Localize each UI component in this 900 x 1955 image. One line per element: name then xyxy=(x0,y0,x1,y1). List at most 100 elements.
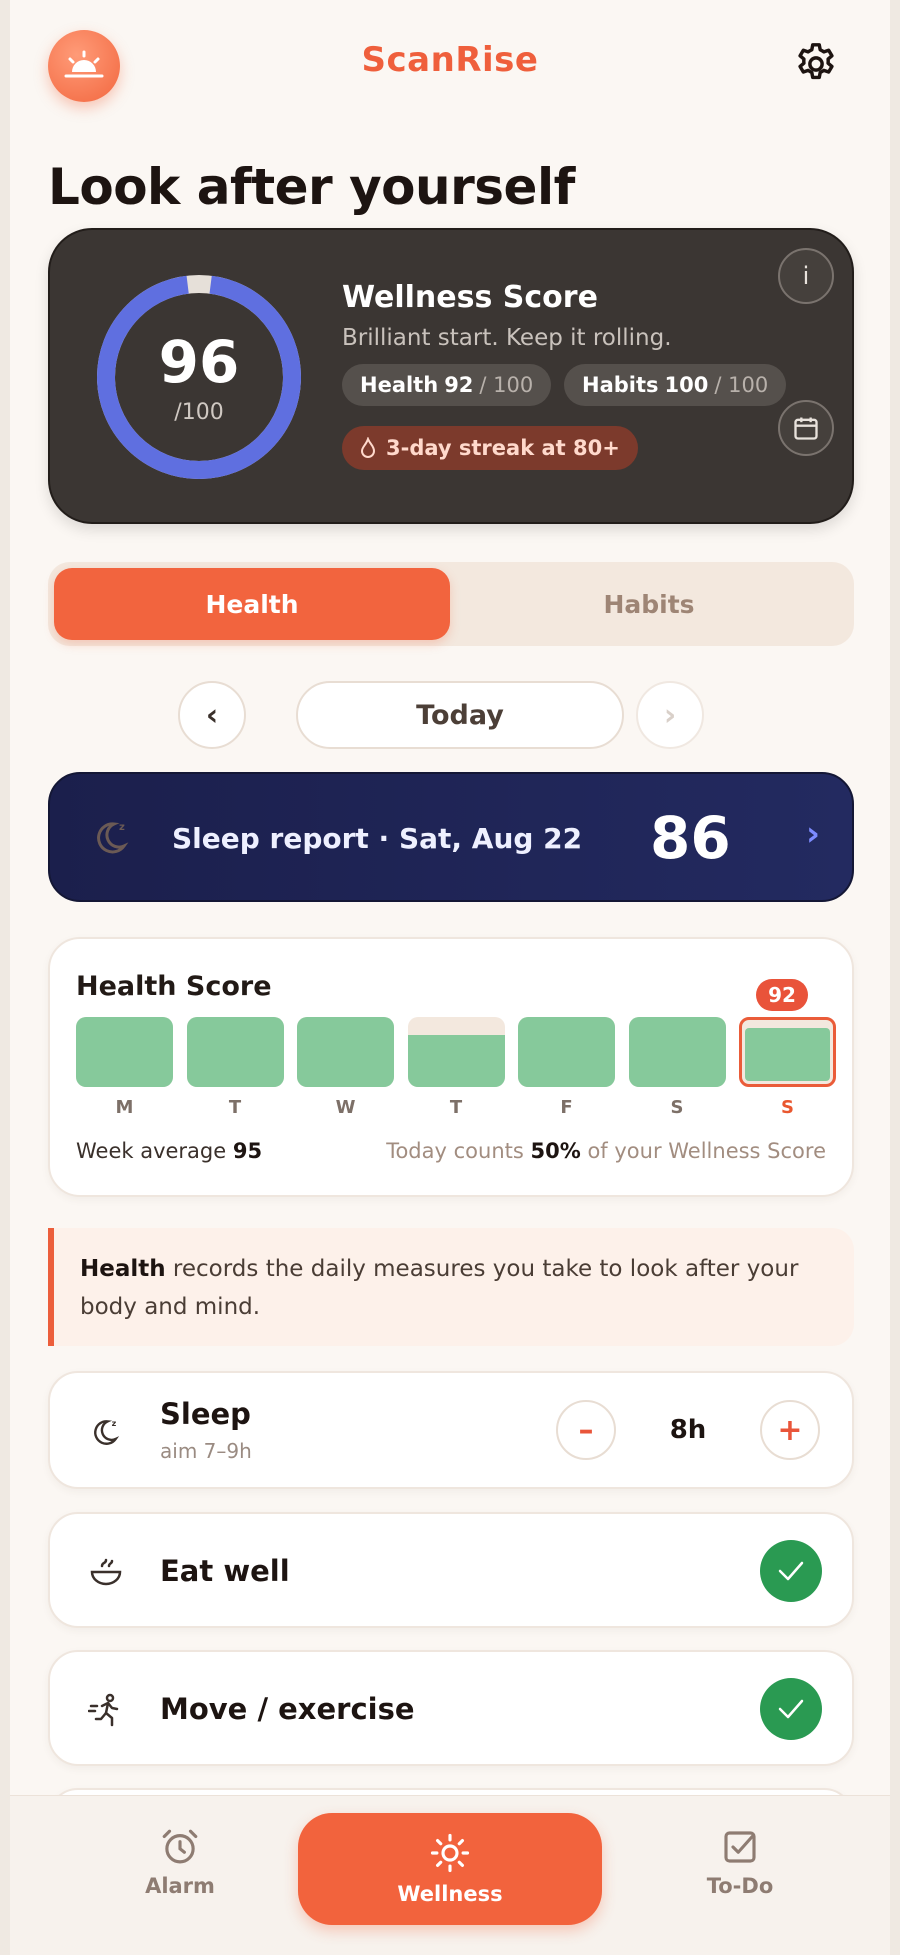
week-average-value: 95 xyxy=(232,1139,263,1163)
today-counts-prefix: Today counts xyxy=(386,1139,524,1163)
app-title: ScanRise xyxy=(361,40,539,80)
health-bar-0[interactable]: M xyxy=(76,1017,173,1127)
nav-wellness-label: Wellness xyxy=(397,1882,503,1906)
nav-todo-label: To-Do xyxy=(706,1874,774,1898)
health-bar-2[interactable]: W xyxy=(297,1017,394,1127)
info-button[interactable]: i xyxy=(778,248,834,304)
svg-text:z: z xyxy=(119,822,125,833)
wellness-score-value: 96 xyxy=(158,328,240,396)
sleep-report-score: 86 xyxy=(650,804,731,872)
wellness-score-title: Wellness Score xyxy=(342,280,598,315)
health-bar-1[interactable]: T xyxy=(186,1017,284,1127)
tab-habits[interactable]: Habits xyxy=(450,568,848,640)
move-title: Move / exercise xyxy=(160,1692,415,1726)
health-bar-3[interactable]: T xyxy=(407,1017,505,1127)
sleep-hours-value: 8h xyxy=(669,1415,707,1445)
nav-todo[interactable]: To-Do xyxy=(640,1826,840,1936)
next-day-button[interactable]: › xyxy=(636,681,704,749)
habit-row-sleep: z Sleep aim 7–9h – 8h + xyxy=(48,1371,854,1489)
health-info-body: records the daily measures you take to l… xyxy=(80,1256,799,1320)
week-average: Week average 95 xyxy=(76,1139,262,1163)
info-icon: i xyxy=(802,262,810,290)
week-average-label: Week average xyxy=(76,1139,227,1163)
health-bar-fill xyxy=(628,1017,726,1087)
health-bar-6[interactable]: S xyxy=(739,1017,836,1127)
moon-icon: z xyxy=(97,822,129,854)
bottom-navigation: Alarm Wellness To-Do xyxy=(10,1795,890,1955)
health-bar-day-label: M xyxy=(115,1097,134,1118)
health-bar-day-label: S xyxy=(670,1097,684,1118)
bowl-icon xyxy=(84,1550,128,1594)
tab-health[interactable]: Health xyxy=(54,568,450,640)
nav-alarm[interactable]: Alarm xyxy=(80,1826,280,1936)
today-counts-value: 50% xyxy=(530,1139,581,1163)
sleep-title: Sleep xyxy=(160,1397,251,1431)
chevron-right-icon: › xyxy=(806,814,821,854)
check-icon xyxy=(778,1561,804,1581)
today-counts: Today counts 50% of your Wellness Score xyxy=(386,1139,826,1163)
today-counts-suffix: of your Wellness Score xyxy=(587,1139,826,1163)
health-bar-fill xyxy=(407,1034,505,1087)
eat-well-title: Eat well xyxy=(160,1554,290,1588)
sleep-report-label: Sleep report · Sat, Aug 22 xyxy=(172,822,583,855)
health-bar-day-label: F xyxy=(560,1097,573,1118)
nav-wellness[interactable]: Wellness xyxy=(298,1813,602,1925)
health-info-text: Health records the daily measures you ta… xyxy=(80,1250,840,1326)
health-bar-day-label: T xyxy=(449,1097,463,1118)
health-score-card: Health Score 92 MTWTFSS Week average 95 … xyxy=(48,937,854,1197)
health-score-bars: MTWTFSS xyxy=(76,1017,836,1127)
chevron-right-icon: › xyxy=(663,697,677,733)
sleep-decrease-button[interactable]: – xyxy=(556,1400,616,1460)
sleep-report-banner[interactable]: z Sleep report · Sat, Aug 22 86 › xyxy=(48,772,854,902)
today-score-badge: 92 xyxy=(756,979,808,1011)
minus-icon: – xyxy=(578,1412,594,1448)
alarm-clock-icon xyxy=(162,1829,198,1864)
habit-row-eat-well: Eat well xyxy=(48,1512,854,1628)
sleep-target: aim 7–9h xyxy=(160,1439,252,1463)
calendar-icon xyxy=(794,417,818,440)
health-bar-fill xyxy=(186,1017,284,1087)
health-bar-fill xyxy=(297,1017,394,1087)
sun-icon xyxy=(430,1833,470,1873)
health-pill-label: Health xyxy=(360,373,439,397)
gear-icon xyxy=(798,43,834,80)
health-bar-day-label: T xyxy=(228,1097,242,1118)
settings-button[interactable] xyxy=(790,38,842,90)
wellness-score-card: 96 /100 Wellness Score Brilliant start. … xyxy=(48,228,854,524)
date-selector[interactable]: Today xyxy=(296,681,624,749)
streak-text: 3-day streak at 80+ xyxy=(386,436,620,460)
health-bar-fill xyxy=(745,1027,830,1081)
flame-icon xyxy=(360,437,376,458)
running-icon xyxy=(84,1688,128,1732)
wellness-score-denominator: /100 xyxy=(174,400,224,425)
previous-day-button[interactable]: ‹ xyxy=(178,681,246,749)
habit-row-move: Move / exercise xyxy=(48,1650,854,1766)
health-bar-4[interactable]: F xyxy=(518,1017,615,1127)
habits-score-pill: Habits 100 / 100 xyxy=(564,364,787,406)
wellness-score-subtitle: Brilliant start. Keep it rolling. xyxy=(342,325,672,351)
health-pill-denominator: / 100 xyxy=(479,373,534,397)
checkbox-icon xyxy=(724,1831,756,1863)
health-bar-day-label: W xyxy=(335,1097,356,1118)
habits-pill-label: Habits xyxy=(582,373,659,397)
move-done-toggle[interactable] xyxy=(760,1678,822,1740)
health-bar-day-label: S xyxy=(781,1097,794,1118)
moon-icon: z xyxy=(84,1409,128,1453)
svg-text:z: z xyxy=(112,1419,117,1428)
nav-alarm-label: Alarm xyxy=(145,1874,215,1898)
health-score-title: Health Score xyxy=(76,971,272,1002)
health-bar-5[interactable]: S xyxy=(628,1017,726,1127)
check-icon xyxy=(778,1699,804,1719)
calendar-button[interactable] xyxy=(778,400,834,456)
chevron-left-icon: ‹ xyxy=(205,697,219,733)
streak-badge: 3-day streak at 80+ xyxy=(342,426,638,470)
app-screen: ScanRise Look after yourself 96 /100 Wel… xyxy=(10,0,890,1955)
health-pill-value: 92 xyxy=(444,373,474,397)
sleep-increase-button[interactable]: + xyxy=(760,1400,820,1460)
health-info-bold: Health xyxy=(80,1256,166,1282)
health-score-pill: Health 92 / 100 xyxy=(342,364,552,406)
health-bar-fill xyxy=(518,1017,615,1087)
page-heading: Look after yourself xyxy=(48,158,575,216)
habits-pill-denominator: / 100 xyxy=(714,373,769,397)
eat-well-done-toggle[interactable] xyxy=(760,1540,822,1602)
